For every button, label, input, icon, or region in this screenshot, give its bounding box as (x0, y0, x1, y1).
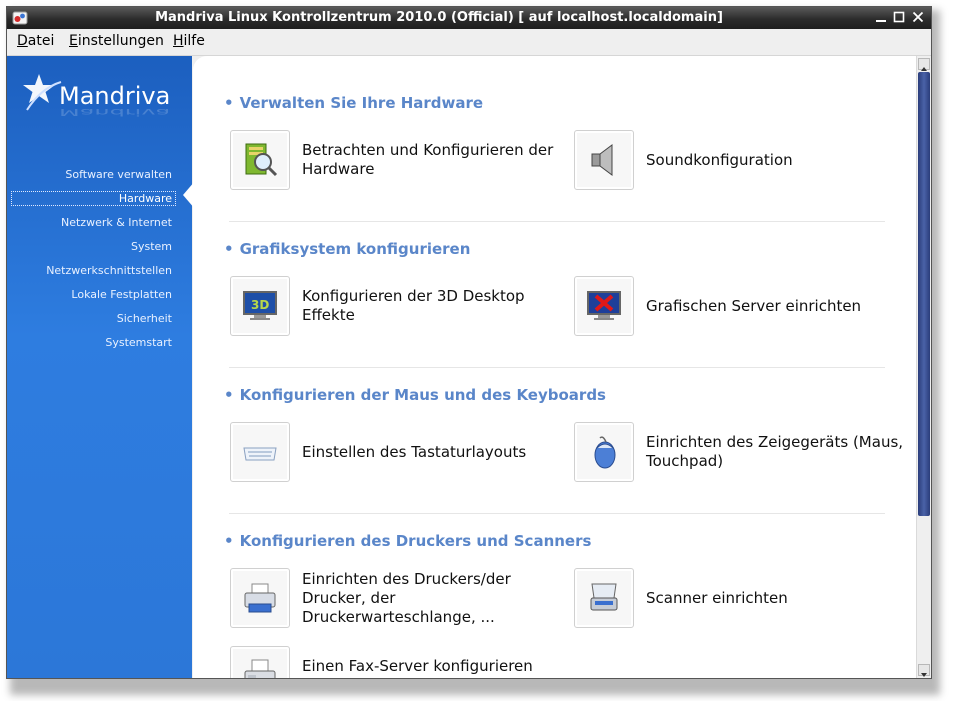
section-title-printers: • Konfigurieren des Druckers und Scanners (224, 532, 592, 550)
section-divider (229, 513, 885, 514)
scroll-up-button[interactable] (918, 58, 930, 71)
tool-label: Einen Fax-Server konfigurieren (302, 657, 533, 675)
tool-label: Betrachten und Konfigurieren der Hardwar… (302, 141, 554, 178)
keyboard-icon (230, 422, 290, 482)
scroll-thumb[interactable] (918, 72, 930, 516)
section-divider (229, 367, 885, 368)
menu-bar: Datei Einstellungen Hilfe (7, 29, 931, 56)
speaker-icon (574, 130, 634, 190)
sidebar-item-local-disks[interactable]: Lokale Festplatten (71, 288, 172, 301)
mandriva-logo: Mandriva Mandriva (21, 68, 181, 124)
scanner-icon (574, 568, 634, 628)
main-window: Mandriva Linux Kontrollzentrum 2010.0 (O… (6, 6, 932, 679)
tool-label: Scanner einrichten (646, 588, 788, 607)
close-icon[interactable] (910, 9, 926, 25)
tool-label: Soundkonfiguration (646, 150, 793, 169)
tool-label: Einstellen des Tastaturlayouts (302, 442, 527, 461)
tool-label: Einrichten des Zeigegeräts (Maus, Touchp… (646, 433, 904, 470)
section-title-hardware: • Verwalten Sie Ihre Hardware (224, 94, 484, 112)
section-title-input-devices: • Konfigurieren der Maus und des Keyboard… (224, 386, 606, 404)
tool-label: Grafischen Server einrichten (646, 296, 862, 315)
minimize-icon[interactable] (873, 9, 889, 25)
menu-hilfe[interactable]: Hilfe (173, 33, 205, 49)
scroll-down-button[interactable] (918, 664, 930, 677)
tools-panel: • Verwalten Sie Ihre Hardware Betrachten … (193, 56, 917, 678)
svg-text:3D: 3D (251, 298, 269, 312)
mouse-icon (574, 422, 634, 482)
sidebar-item-boot[interactable]: Systemstart (105, 336, 172, 349)
sidebar-item-software[interactable]: Software verwalten (65, 168, 172, 181)
title-bar[interactable]: Mandriva Linux Kontrollzentrum 2010.0 (O… (7, 7, 931, 29)
sidebar-item-network-interfaces[interactable]: Netzwerkschnittstellen (46, 264, 172, 277)
tool-label: Konfigurieren der 3D Desktop Effekte (302, 287, 525, 324)
svg-text:Mandriva: Mandriva (59, 106, 170, 117)
3d-monitor-icon: 3D (230, 276, 290, 336)
vertical-scrollbar[interactable] (916, 56, 931, 678)
category-sidebar: Mandriva Mandriva Software verwalten Har… (7, 56, 192, 678)
sidebar-item-network[interactable]: Netzwerk & Internet (61, 216, 172, 229)
fax-icon (230, 646, 290, 678)
section-divider (229, 221, 885, 222)
sidebar-item-hardware[interactable]: Hardware (11, 191, 176, 206)
menu-datei[interactable]: Datei (17, 33, 54, 49)
window-title: Mandriva Linux Kontrollzentrum 2010.0 (O… (155, 10, 723, 25)
hardware-browser-icon (230, 130, 290, 190)
maximize-icon[interactable] (891, 9, 907, 25)
svg-text:Mandriva: Mandriva (59, 82, 170, 110)
x-server-monitor-icon (574, 276, 634, 336)
printer-icon (230, 568, 290, 628)
tool-label: Einrichten des Druckers/der Drucker, der… (302, 569, 511, 626)
section-title-graphics: • Grafiksystem konfigurieren (224, 240, 471, 258)
sidebar-item-security[interactable]: Sicherheit (117, 312, 172, 325)
sidebar-item-system[interactable]: System (131, 240, 172, 253)
menu-einstellungen[interactable]: Einstellungen (69, 33, 164, 49)
